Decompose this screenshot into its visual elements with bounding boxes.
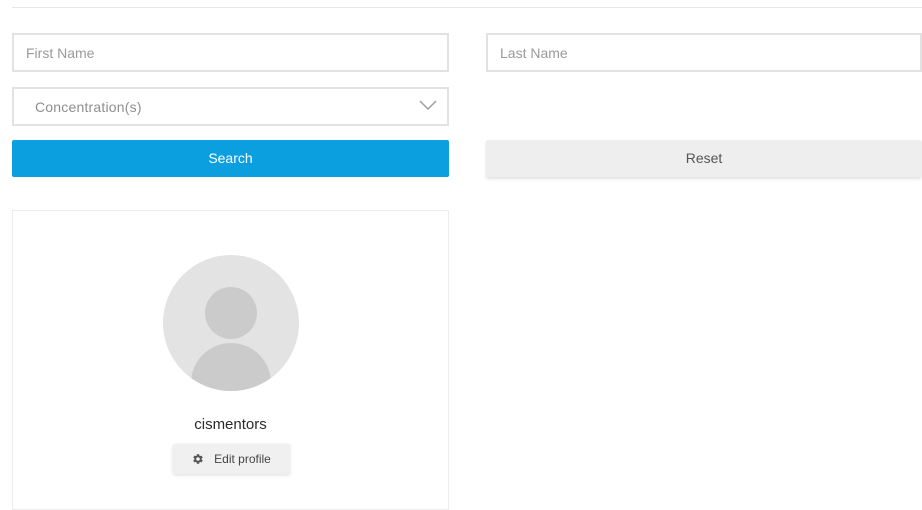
avatar-body	[191, 343, 271, 391]
top-divider	[12, 7, 922, 8]
concentration-select-placeholder: Concentration(s)	[35, 99, 142, 115]
first-name-input[interactable]	[12, 33, 449, 72]
user-avatar-icon	[163, 255, 299, 391]
search-button[interactable]: Search	[12, 140, 449, 177]
reset-button[interactable]: Reset	[486, 140, 922, 177]
chevron-down-icon	[419, 100, 437, 110]
profile-username: cismentors	[194, 416, 267, 433]
concentration-select[interactable]: Concentration(s)	[12, 87, 449, 126]
profile-card: cismentors Edit profile	[12, 210, 449, 510]
gear-icon	[193, 454, 203, 464]
edit-profile-button[interactable]: Edit profile	[173, 444, 290, 474]
avatar-head	[205, 287, 257, 339]
last-name-input[interactable]	[486, 33, 922, 72]
edit-profile-label: Edit profile	[214, 452, 271, 466]
